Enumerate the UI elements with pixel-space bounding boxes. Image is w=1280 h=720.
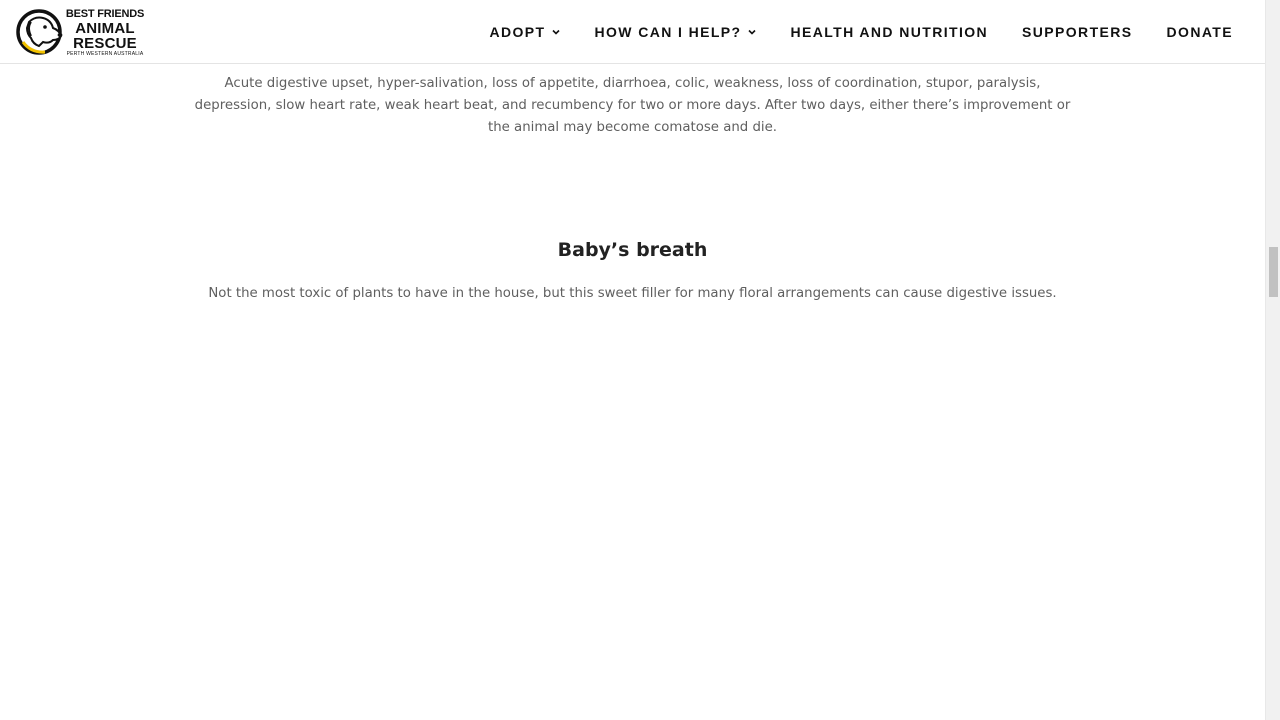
logo-line-1: BEST FRIENDS (65, 8, 145, 20)
logo-line-4: PERTH WESTERN AUSTRALIA (66, 51, 144, 57)
main-content: Acute digestive upset, hyper-salivation,… (0, 64, 1265, 720)
site-header: BEST FRIENDS ANIMAL RESCUE PERTH WESTERN… (0, 0, 1265, 64)
nav-item-label: HEALTH AND NUTRITION (790, 24, 989, 40)
logo-line-3: RESCUE (73, 35, 137, 52)
nav-item-label: HOW CAN I HELP? (594, 24, 742, 40)
page-scrollbar[interactable] (1265, 0, 1280, 720)
nav-item-label: SUPPORTERS (1022, 24, 1133, 40)
nav-item-donate[interactable]: DONATE (1167, 24, 1233, 40)
nav-item-adopt[interactable]: ADOPT (490, 24, 561, 40)
site-logo[interactable]: BEST FRIENDS ANIMAL RESCUE PERTH WESTERN… (15, 8, 147, 57)
scrollbar-thumb[interactable] (1269, 247, 1278, 297)
chevron-down-icon (747, 29, 756, 35)
chevron-down-icon (551, 29, 560, 35)
nav-item-how-can-i-help[interactable]: HOW CAN I HELP? (595, 24, 757, 40)
logo-line-2: ANIMAL (75, 20, 135, 37)
nav-item-health-and-nutrition[interactable]: HEALTH AND NUTRITION (791, 24, 989, 40)
nav-item-label: ADOPT (489, 24, 546, 40)
section-paragraph: Not the most toxic of plants to have in … (208, 286, 1057, 301)
logo-wordmark: BEST FRIENDS ANIMAL RESCUE PERTH WESTERN… (65, 9, 145, 57)
symptoms-paragraph: Acute digestive upset, hyper-salivation,… (194, 76, 1071, 135)
nav-item-label: DONATE (1166, 24, 1233, 40)
nav-item-supporters[interactable]: SUPPORTERS (1022, 24, 1132, 40)
dog-logo-icon (16, 9, 63, 55)
section-heading: Baby’s breath (557, 239, 708, 261)
main-nav: ADOPT HOW CAN I HELP? HEALTH AND NUTRITI… (490, 0, 1234, 64)
